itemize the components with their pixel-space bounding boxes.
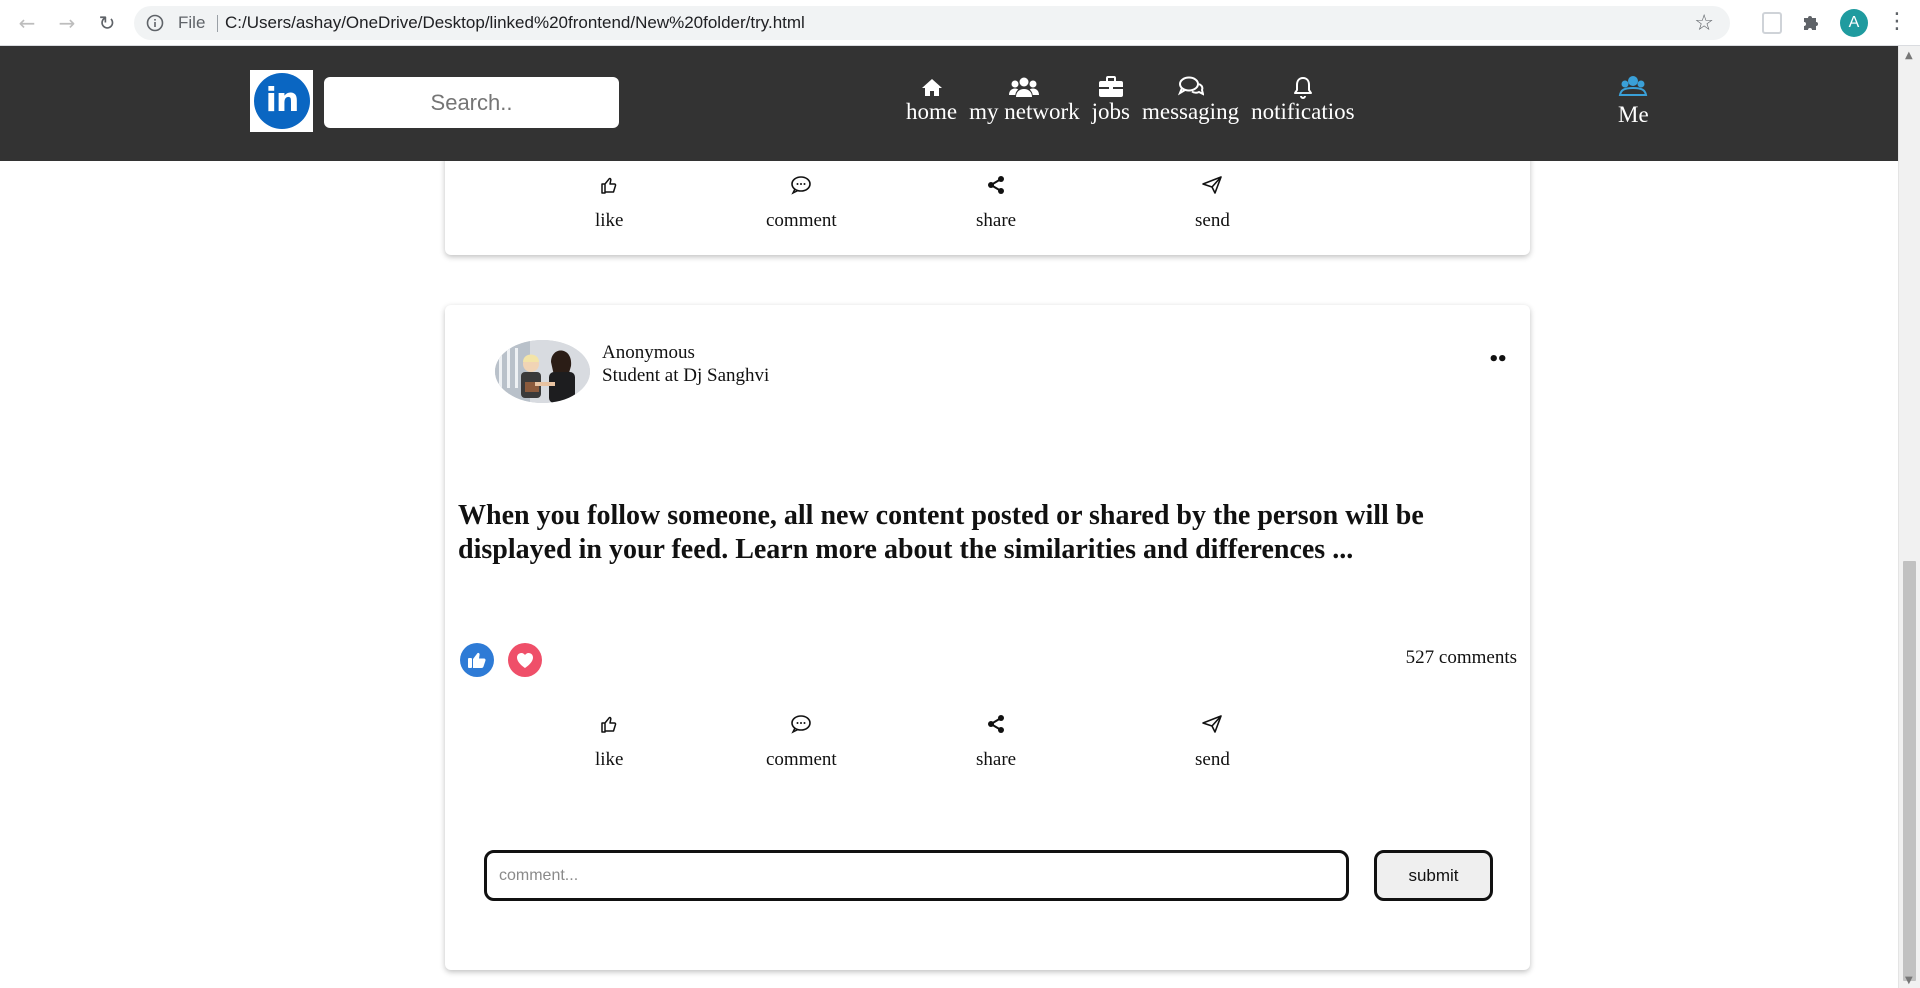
top-navbar: in home my network jobs messaging no [0, 46, 1898, 161]
page-viewport: like comment share send Anonymous Studen… [0, 46, 1898, 988]
post-actions: like comment share send [445, 711, 1530, 791]
send-icon [1202, 176, 1223, 194]
users-icon [1009, 77, 1040, 97]
logo-text: in [254, 73, 310, 129]
scrollbar-thumb[interactable] [1903, 561, 1916, 981]
share-button[interactable]: share [976, 172, 1016, 232]
post-text: When you follow someone, all new content… [458, 500, 1424, 565]
nav-item-my-network[interactable]: my network [963, 74, 1086, 124]
more-options-button[interactable]: •• [1488, 349, 1508, 370]
post-actions: like comment share send [445, 172, 1530, 252]
divider [217, 15, 218, 32]
nav-item-jobs[interactable]: jobs [1086, 74, 1136, 124]
like-reaction-icon [460, 643, 494, 677]
extension-icon[interactable] [1762, 12, 1782, 34]
heart-reaction-icon [508, 643, 542, 677]
post-card: Anonymous Student at Dj Sanghvi •• When … [445, 305, 1530, 970]
linkedin-logo[interactable]: in [250, 70, 313, 132]
info-icon[interactable] [146, 14, 164, 32]
bell-icon [1293, 77, 1312, 99]
profile-avatar[interactable]: A [1840, 9, 1868, 37]
avatar[interactable] [495, 340, 590, 403]
search-input[interactable] [324, 77, 619, 128]
scheme-label: File [178, 13, 206, 32]
nav-item-me[interactable]: Me [1618, 74, 1649, 128]
nav-item-home[interactable]: home [900, 74, 963, 124]
like-button[interactable]: like [595, 172, 624, 232]
share-icon [988, 176, 1005, 194]
browser-toolbar: ← → ↻ File C:/Users/ashay/OneDrive/Deskt… [0, 0, 1920, 46]
back-icon[interactable]: ← [14, 10, 40, 36]
send-button[interactable]: send [1195, 172, 1230, 232]
comment-icon [791, 715, 812, 734]
url-text[interactable]: C:/Users/ashay/OneDrive/Desktop/linked%2… [225, 13, 805, 33]
reload-icon[interactable]: ↻ [94, 10, 120, 36]
menu-kebab-icon[interactable]: ⋮ [1886, 8, 1908, 36]
send-button[interactable]: send [1195, 711, 1230, 771]
share-icon [988, 715, 1005, 733]
thumbs-up-icon [601, 716, 617, 733]
author-name[interactable]: Anonymous [602, 341, 695, 364]
like-button[interactable]: like [595, 711, 624, 771]
scroll-up-arrow-icon[interactable]: ▲ [1905, 50, 1913, 61]
submit-button[interactable]: submit [1374, 850, 1493, 901]
address-bar[interactable]: File C:/Users/ashay/OneDrive/Desktop/lin… [134, 6, 1730, 40]
comment-icon [791, 176, 812, 195]
nav-item-notifications[interactable]: notificatios [1245, 74, 1360, 124]
share-button[interactable]: share [976, 711, 1016, 771]
main-nav: home my network jobs messaging notificat… [900, 74, 1361, 124]
nav-item-messaging[interactable]: messaging [1136, 74, 1245, 124]
comment-button[interactable]: comment [766, 711, 837, 771]
chat-icon [1177, 76, 1204, 96]
scroll-down-arrow-icon[interactable]: ▼ [1905, 975, 1913, 986]
briefcase-icon [1098, 76, 1123, 97]
author-title: Student at Dj Sanghvi [602, 365, 770, 386]
comment-button[interactable]: comment [766, 172, 837, 232]
avatar-photo [495, 340, 590, 403]
home-icon [921, 79, 942, 96]
vertical-scrollbar[interactable]: ▲ ▼ [1898, 46, 1920, 988]
profile-icon [1619, 76, 1648, 96]
comment-input[interactable] [484, 850, 1349, 901]
puzzle-icon[interactable] [1800, 10, 1824, 34]
thumbs-up-icon [601, 177, 617, 194]
send-icon [1202, 715, 1223, 733]
bookmark-star-icon[interactable]: ☆ [1694, 11, 1714, 36]
comments-count[interactable]: 527 comments [1406, 647, 1517, 669]
forward-icon[interactable]: → [54, 10, 80, 36]
